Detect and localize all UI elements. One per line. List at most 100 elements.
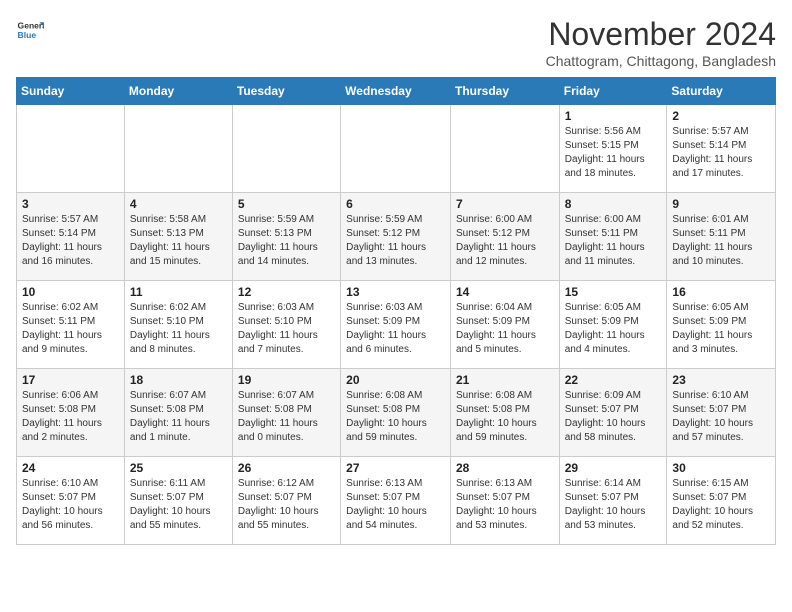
day-number: 12 [238,285,335,299]
day-number: 28 [456,461,554,475]
calendar-cell: 27 Sunrise: 6:13 AM Sunset: 5:07 PM Dayli… [341,457,451,545]
day-number: 14 [456,285,554,299]
day-number: 17 [22,373,119,387]
day-number: 23 [672,373,770,387]
subtitle: Chattogram, Chittagong, Bangladesh [546,53,776,69]
day-info: Sunrise: 6:02 AM Sunset: 5:11 PM Dayligh… [22,301,119,357]
calendar-cell: 21Sunrise: 6:08 AM Sunset: 5:08 PM Dayli… [450,369,559,457]
day-info: Sunrise: 6:13 AM Sunset: 5:07 PM Dayligh… [456,477,554,533]
calendar-cell [232,105,340,193]
calendar-cell: 15 Sunrise: 6:05 AM Sunset: 5:09 PM Dayli… [559,281,667,369]
calendar-cell: 22 Sunrise: 6:09 AM Sunset: 5:07 PM Dayli… [559,369,667,457]
calendar-cell [450,105,559,193]
page-header: General Blue November 2024 Chattogram, C… [16,16,776,69]
svg-text:Blue: Blue [18,30,37,40]
day-number: 11 [130,285,227,299]
weekday-header-wednesday: Wednesday [341,78,451,105]
day-info: Sunrise: 5:58 AM Sunset: 5:13 PM Dayligh… [130,213,227,269]
calendar-cell: 12 Sunrise: 6:03 AM Sunset: 5:10 PM Dayli… [232,281,340,369]
day-number: 26 [238,461,335,475]
day-info: Sunrise: 6:03 AM Sunset: 5:09 PM Dayligh… [346,301,445,357]
calendar-cell [17,105,125,193]
calendar-cell: 8Sunrise: 6:00 AM Sunset: 5:11 PM Daylig… [559,193,667,281]
day-number: 1 [565,109,662,123]
day-number: 3 [22,197,119,211]
calendar-week-2: 3 Sunrise: 5:57 AM Sunset: 5:14 PM Daylig… [17,193,776,281]
calendar-cell: 17 Sunrise: 6:06 AM Sunset: 5:08 PM Dayli… [17,369,125,457]
day-number: 6 [346,197,445,211]
day-info: Sunrise: 6:04 AM Sunset: 5:09 PM Dayligh… [456,301,554,357]
calendar-cell: 14 Sunrise: 6:04 AM Sunset: 5:09 PM Dayli… [450,281,559,369]
day-info: Sunrise: 6:12 AM Sunset: 5:07 PM Dayligh… [238,477,335,533]
calendar-cell: 26 Sunrise: 6:12 AM Sunset: 5:07 PM Dayli… [232,457,340,545]
day-number: 9 [672,197,770,211]
day-info: Sunrise: 6:05 AM Sunset: 5:09 PM Dayligh… [672,301,770,357]
day-info: Sunrise: 6:08 AM Sunset: 5:08 PM Dayligh… [346,389,445,445]
calendar-cell: 3 Sunrise: 5:57 AM Sunset: 5:14 PM Daylig… [17,193,125,281]
day-number: 15 [565,285,662,299]
calendar-cell [341,105,451,193]
day-number: 5 [238,197,335,211]
weekday-header-saturday: Saturday [667,78,776,105]
calendar-cell: 16 Sunrise: 6:05 AM Sunset: 5:09 PM Dayli… [667,281,776,369]
day-info: Sunrise: 5:57 AM Sunset: 5:14 PM Dayligh… [672,125,770,181]
day-number: 27 [346,461,445,475]
calendar-table: SundayMondayTuesdayWednesdayThursdayFrid… [16,77,776,545]
day-info: Sunrise: 6:01 AM Sunset: 5:11 PM Dayligh… [672,213,770,269]
day-info: Sunrise: 6:06 AM Sunset: 5:08 PM Dayligh… [22,389,119,445]
day-info: Sunrise: 5:59 AM Sunset: 5:13 PM Dayligh… [238,213,335,269]
day-info: Sunrise: 6:10 AM Sunset: 5:07 PM Dayligh… [22,477,119,533]
calendar-cell: 20 Sunrise: 6:08 AM Sunset: 5:08 PM Dayli… [341,369,451,457]
calendar-cell: 13 Sunrise: 6:03 AM Sunset: 5:09 PM Dayli… [341,281,451,369]
calendar-week-4: 17 Sunrise: 6:06 AM Sunset: 5:08 PM Dayli… [17,369,776,457]
calendar-week-1: 1 Sunrise: 5:56 AM Sunset: 5:15 PM Daylig… [17,105,776,193]
calendar-cell: 19Sunrise: 6:07 AM Sunset: 5:08 PM Dayli… [232,369,340,457]
calendar-cell: 18 Sunrise: 6:07 AM Sunset: 5:08 PM Dayli… [124,369,232,457]
day-info: Sunrise: 6:02 AM Sunset: 5:10 PM Dayligh… [130,301,227,357]
day-info: Sunrise: 6:13 AM Sunset: 5:07 PM Dayligh… [346,477,445,533]
weekday-header-monday: Monday [124,78,232,105]
day-info: Sunrise: 6:03 AM Sunset: 5:10 PM Dayligh… [238,301,335,357]
day-info: Sunrise: 6:00 AM Sunset: 5:12 PM Dayligh… [456,213,554,269]
day-info: Sunrise: 6:05 AM Sunset: 5:09 PM Dayligh… [565,301,662,357]
weekday-header-tuesday: Tuesday [232,78,340,105]
day-number: 30 [672,461,770,475]
day-info: Sunrise: 5:57 AM Sunset: 5:14 PM Dayligh… [22,213,119,269]
day-number: 16 [672,285,770,299]
day-number: 18 [130,373,227,387]
calendar-cell: 6 Sunrise: 5:59 AM Sunset: 5:12 PM Daylig… [341,193,451,281]
calendar-cell: 28 Sunrise: 6:13 AM Sunset: 5:07 PM Dayli… [450,457,559,545]
day-number: 13 [346,285,445,299]
calendar-cell: 24Sunrise: 6:10 AM Sunset: 5:07 PM Dayli… [17,457,125,545]
day-number: 2 [672,109,770,123]
day-number: 8 [565,197,662,211]
day-info: Sunrise: 6:10 AM Sunset: 5:07 PM Dayligh… [672,389,770,445]
calendar-cell: 23 Sunrise: 6:10 AM Sunset: 5:07 PM Dayli… [667,369,776,457]
title-block: November 2024 Chattogram, Chittagong, Ba… [546,16,776,69]
calendar-cell: 5 Sunrise: 5:59 AM Sunset: 5:13 PM Daylig… [232,193,340,281]
day-number: 29 [565,461,662,475]
calendar-cell: 7 Sunrise: 6:00 AM Sunset: 5:12 PM Daylig… [450,193,559,281]
day-info: Sunrise: 6:15 AM Sunset: 5:07 PM Dayligh… [672,477,770,533]
day-info: Sunrise: 6:11 AM Sunset: 5:07 PM Dayligh… [130,477,227,533]
calendar-cell: 10 Sunrise: 6:02 AM Sunset: 5:11 PM Dayli… [17,281,125,369]
calendar-cell: 11 Sunrise: 6:02 AM Sunset: 5:10 PM Dayli… [124,281,232,369]
calendar-cell: 4Sunrise: 5:58 AM Sunset: 5:13 PM Daylig… [124,193,232,281]
day-number: 7 [456,197,554,211]
weekday-header-sunday: Sunday [17,78,125,105]
day-info: Sunrise: 6:08 AM Sunset: 5:08 PM Dayligh… [456,389,554,445]
day-number: 10 [22,285,119,299]
weekday-header-row: SundayMondayTuesdayWednesdayThursdayFrid… [17,78,776,105]
day-info: Sunrise: 6:07 AM Sunset: 5:08 PM Dayligh… [238,389,335,445]
month-title: November 2024 [546,16,776,53]
logo-icon: General Blue [16,16,44,44]
day-info: Sunrise: 5:56 AM Sunset: 5:15 PM Dayligh… [565,125,662,181]
calendar-cell: 30 Sunrise: 6:15 AM Sunset: 5:07 PM Dayli… [667,457,776,545]
day-info: Sunrise: 5:59 AM Sunset: 5:12 PM Dayligh… [346,213,445,269]
calendar-week-3: 10 Sunrise: 6:02 AM Sunset: 5:11 PM Dayli… [17,281,776,369]
day-info: Sunrise: 6:09 AM Sunset: 5:07 PM Dayligh… [565,389,662,445]
day-info: Sunrise: 6:07 AM Sunset: 5:08 PM Dayligh… [130,389,227,445]
day-number: 20 [346,373,445,387]
day-info: Sunrise: 6:14 AM Sunset: 5:07 PM Dayligh… [565,477,662,533]
day-number: 22 [565,373,662,387]
